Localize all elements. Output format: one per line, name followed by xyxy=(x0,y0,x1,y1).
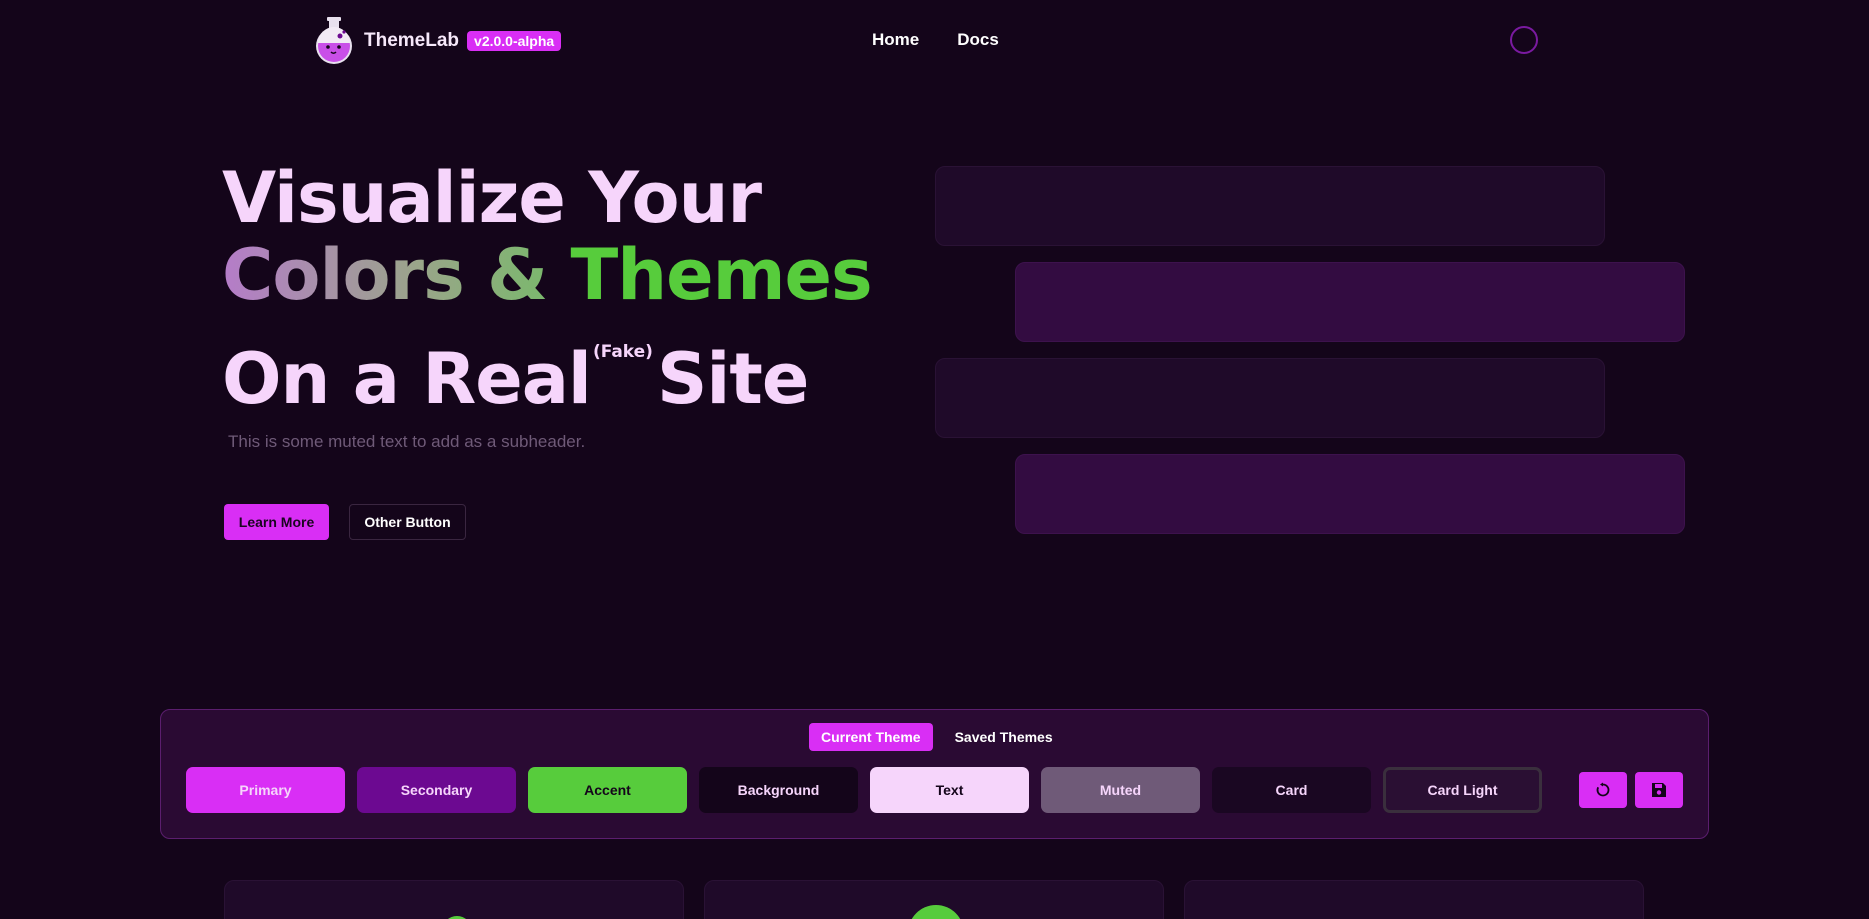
card-2-graphic xyxy=(908,905,964,919)
decorative-card-3 xyxy=(935,358,1605,438)
hero-title-line-1: Visualize Your xyxy=(222,157,762,239)
swatch-text[interactable]: Text xyxy=(870,767,1029,813)
reset-theme-button[interactable] xyxy=(1579,772,1627,808)
version-badge: v2.0.0-alpha xyxy=(467,31,562,51)
feature-card-1 xyxy=(224,880,684,919)
flask-logo-icon xyxy=(316,17,352,64)
decorative-card-2 xyxy=(1015,262,1685,342)
swatch-card-light[interactable]: Card Light xyxy=(1383,767,1542,813)
theme-tabs: Current Theme Saved Themes xyxy=(809,723,1065,751)
logo[interactable]: ThemeLab v2.0.0-alpha xyxy=(312,16,562,66)
hero-title-real: On a Real xyxy=(222,338,592,420)
hero-title-line-3: On a Real (Fake)Site xyxy=(222,314,872,418)
nav-link-home[interactable]: Home xyxy=(872,30,919,50)
save-theme-button[interactable] xyxy=(1635,772,1683,808)
theme-toggle-button[interactable] xyxy=(1510,26,1538,54)
save-icon xyxy=(1652,783,1666,797)
other-button[interactable]: Other Button xyxy=(349,504,466,540)
tab-current-theme[interactable]: Current Theme xyxy=(809,723,933,751)
swatch-primary[interactable]: Primary xyxy=(186,767,345,813)
refresh-icon xyxy=(1596,782,1610,797)
hero-title-site: Site xyxy=(656,338,809,420)
swatch-secondary[interactable]: Secondary xyxy=(357,767,516,813)
hero-subheader: This is some muted text to add as a subh… xyxy=(228,432,586,451)
hero-title: Visualize Your Colors & Themes On a Real… xyxy=(222,157,873,418)
swatch-card[interactable]: Card xyxy=(1212,767,1371,813)
brand-name: ThemeLab xyxy=(364,30,460,51)
decorative-card-4 xyxy=(1015,454,1685,534)
tab-saved-themes[interactable]: Saved Themes xyxy=(943,723,1065,751)
top-navbar: ThemeLab v2.0.0-alpha Home Docs xyxy=(0,0,1869,82)
feature-card-3 xyxy=(1184,880,1644,919)
swatch-accent[interactable]: Accent xyxy=(528,767,687,813)
hero-title-colors: Colors & xyxy=(222,234,548,316)
swatch-background[interactable]: Background xyxy=(699,767,858,813)
hero-title-line-2: Colors & Themes xyxy=(222,234,873,316)
theme-panel: Current Theme Saved Themes Primary Secon… xyxy=(160,709,1709,839)
hero-title-themes: Themes xyxy=(570,234,873,316)
hero-title-fake-sup: (Fake) xyxy=(592,342,653,362)
nav-link-docs[interactable]: Docs xyxy=(957,30,999,50)
feature-card-2 xyxy=(704,880,1164,919)
decorative-card-1 xyxy=(935,166,1605,246)
color-swatches: Primary Secondary Accent Background Text… xyxy=(186,767,1542,813)
learn-more-button[interactable]: Learn More xyxy=(224,504,329,540)
swatch-muted[interactable]: Muted xyxy=(1041,767,1200,813)
nav-links: Home Docs xyxy=(872,30,999,50)
